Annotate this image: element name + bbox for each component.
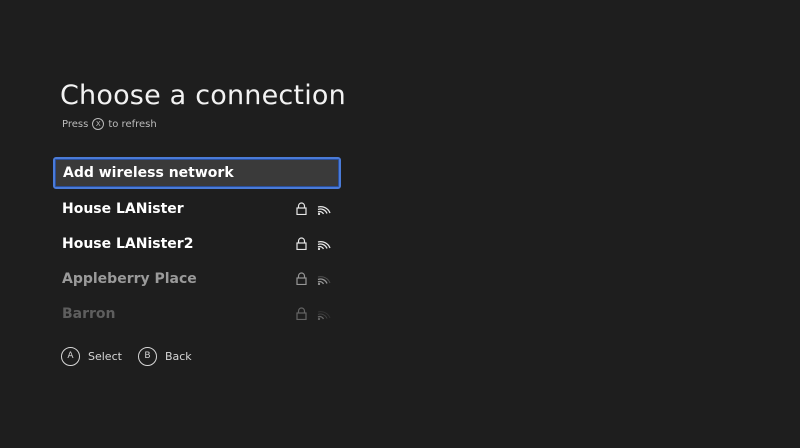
add-wireless-network-button[interactable]: Add wireless network (53, 157, 341, 189)
lock-icon (296, 272, 307, 285)
x-button-icon: X (92, 118, 105, 130)
select-label: Select (88, 350, 122, 363)
page-title: Choose a connection (60, 80, 346, 111)
a-button-icon: A (61, 347, 80, 366)
lock-icon (296, 307, 307, 320)
wifi-signal-icon (317, 276, 331, 285)
back-action[interactable]: B Back (137, 347, 192, 366)
network-item-house-lanister[interactable]: House LANister (53, 191, 341, 226)
hint-text-before: Press (62, 118, 89, 130)
select-action[interactable]: A Select (61, 347, 122, 366)
connection-screen: Choose a connection Press X to refresh A… (0, 0, 800, 448)
button-legend: A Select B Back (61, 347, 208, 366)
network-item-house-lanister2[interactable]: House LANister2 (53, 226, 341, 261)
hint-text-after: to refresh (108, 118, 157, 130)
refresh-hint: Press X to refresh (62, 118, 157, 130)
wifi-signal-icon (317, 240, 331, 250)
lock-icon (296, 237, 307, 250)
network-item-appleberry-place[interactable]: Appleberry Place (53, 261, 341, 296)
wifi-signal-icon (317, 311, 331, 320)
network-list: Add wireless network House LANister Hous… (53, 157, 341, 331)
network-label: Add wireless network (63, 165, 234, 181)
wifi-signal-icon (317, 205, 331, 215)
lock-icon (296, 202, 307, 215)
network-item-barron[interactable]: Barron (53, 296, 341, 331)
b-button-icon: B (137, 347, 157, 366)
back-label: Back (164, 350, 192, 363)
